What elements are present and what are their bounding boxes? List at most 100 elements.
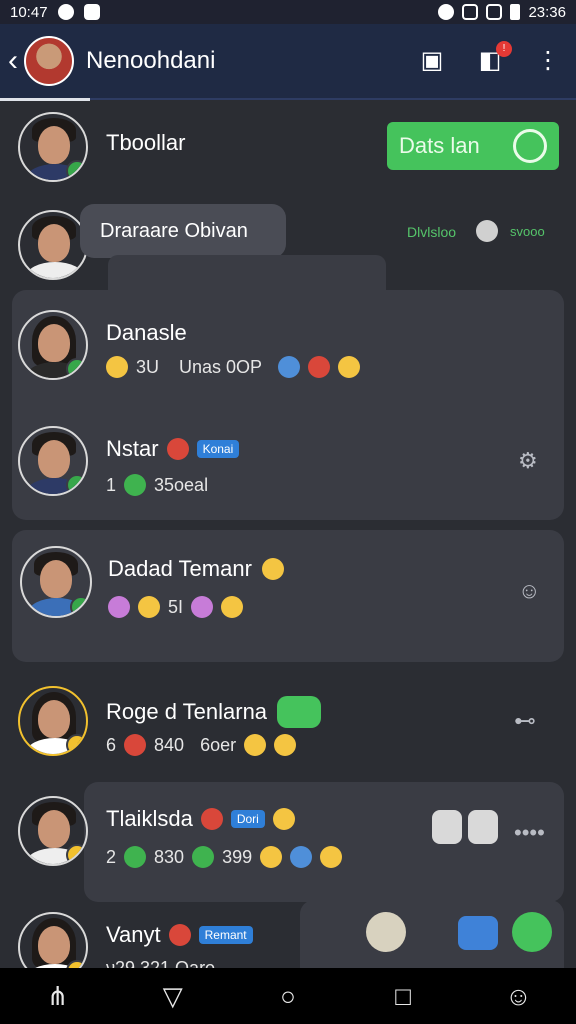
emoji-icon — [274, 734, 297, 756]
send-icon[interactable] — [512, 912, 552, 952]
list-item[interactable]: Tlaiklsda Dori 2 830 399 •••• — [0, 790, 576, 900]
meta-count: 3U — [136, 356, 160, 377]
emoji-icon — [192, 846, 215, 868]
contact-name: Danasle — [106, 320, 187, 345]
contact-meta: 2 830 399 — [106, 846, 343, 868]
list-item[interactable]: Danasle 3U Unas 0OP — [0, 298, 576, 408]
status-icon — [66, 844, 86, 864]
meta-text: Unas 0OP — [179, 356, 263, 377]
status-bar: 10:47 23:36 — [0, 0, 576, 24]
app-bar: ‹ Nenoohdani ▣ ◧! ⋮ — [0, 24, 576, 100]
recents-app-icon[interactable]: ⋔ — [44, 982, 72, 1010]
notifications-icon[interactable]: ◧! — [476, 41, 512, 75]
avatar — [18, 686, 88, 756]
contact-name-row: Nstar Konai — [106, 436, 240, 462]
meta-text: 830 — [154, 846, 185, 867]
navigation-bar: ⋔ ▽ ○ □ ☺ — [0, 968, 576, 1024]
list-item[interactable]: Nstar Konai 1 35oeal ⚙ — [0, 418, 576, 518]
contact-name: Nstar — [106, 436, 159, 461]
contact-name: Vanyt — [106, 922, 161, 947]
emoji-icon — [138, 596, 160, 618]
list-item[interactable]: Tboollar Dats lan — [0, 100, 576, 200]
back-arrow-icon[interactable]: ‹ — [4, 44, 22, 78]
meta-count: 5I — [168, 596, 184, 617]
emoji-icon — [278, 356, 301, 378]
read-receipt-icon[interactable]: ☺ — [518, 578, 540, 604]
emoji-icon — [124, 474, 147, 496]
meta-text: 6oer — [200, 734, 237, 755]
label-badge: Remant — [198, 926, 253, 944]
contact-meta: 5I — [108, 596, 244, 618]
contact-name: Dadad Temanr — [108, 556, 252, 581]
alarm-icon — [438, 4, 455, 20]
contact-meta: 6 840 6oer — [106, 734, 297, 756]
contact-name-row: Roge d Tenlarna — [106, 696, 322, 728]
online-icon — [66, 358, 86, 378]
emoji-icon — [168, 924, 191, 946]
status-time-right: 23:36 — [528, 3, 566, 21]
meta-text: 399 — [222, 846, 253, 867]
label-badge: Dori — [230, 810, 265, 828]
assistant-icon[interactable]: ☺ — [504, 982, 532, 1010]
avatar — [18, 310, 88, 380]
list-item[interactable]: Vanyt Remant ν29 321 Oaro — [0, 906, 576, 968]
back-triangle-icon[interactable]: ▽ — [159, 982, 187, 1010]
status-icon — [66, 734, 86, 754]
list-item[interactable]: Roge d Tenlarna 6 840 6oer ⊷ — [0, 678, 576, 778]
avatar — [18, 796, 88, 866]
list-item[interactable]: Dadad Temanr 5I ☺ — [0, 536, 576, 656]
wifi-icon — [462, 4, 479, 20]
smile-emoji-icon — [261, 558, 284, 580]
battery-icon — [510, 4, 521, 20]
avatar — [18, 912, 88, 968]
smile-emoji-icon — [106, 356, 128, 378]
link-icon[interactable]: ⊷ — [514, 708, 536, 734]
meta-count: 1 — [106, 474, 117, 495]
header-avatar[interactable] — [24, 36, 74, 86]
bubble-tail — [108, 255, 386, 295]
overview-square-icon[interactable]: □ — [389, 982, 417, 1010]
emoji-icon — [191, 596, 214, 618]
chat-bubble-icon — [513, 129, 547, 163]
contact-meta: ν29 321 Oaro — [106, 958, 215, 968]
camera-icon[interactable]: ▣ — [418, 47, 446, 75]
avatar — [18, 210, 88, 280]
more-horiz-icon[interactable]: •••• — [514, 820, 545, 846]
chat-button[interactable]: Dats lan — [387, 122, 559, 170]
emoji-icon — [260, 846, 283, 868]
emoji-icon — [308, 356, 331, 378]
meta-text: 35oeal — [154, 474, 209, 495]
emoji-icon — [320, 846, 343, 868]
star-icon — [108, 596, 130, 618]
emoji-icon — [244, 734, 267, 756]
meta-text: 840 — [154, 734, 185, 755]
contact-name-row: Dadad Temanr — [108, 556, 284, 582]
profile-icon[interactable] — [432, 810, 462, 844]
upload-icon[interactable] — [468, 810, 498, 844]
avatar — [18, 112, 88, 182]
online-icon — [66, 160, 86, 180]
signal-icon — [486, 4, 503, 20]
more-vert-icon[interactable]: ⋮ — [534, 47, 562, 75]
message-icon[interactable] — [458, 916, 498, 950]
emoji-icon — [290, 846, 313, 868]
contact-name: Tboollar — [106, 130, 186, 155]
meta-text: ν29 321 Oaro — [106, 958, 216, 968]
clock: 10:47 — [10, 3, 48, 21]
contact-name: Tlaiklsda — [106, 806, 193, 831]
meta-count: 6 — [106, 734, 117, 755]
notification-icon — [57, 4, 74, 20]
right-status-text-2: svooo — [510, 224, 545, 239]
contact-name-row: Vanyt Remant — [106, 922, 253, 948]
contact-name: Roge d Tenlarna — [106, 699, 268, 724]
settings-gear-icon[interactable]: ⚙ — [518, 448, 538, 474]
emoji-icon — [221, 596, 244, 618]
avatar — [18, 426, 88, 496]
emoji-icon — [124, 846, 147, 868]
app-icon — [83, 4, 100, 20]
home-circle-icon[interactable]: ○ — [274, 982, 302, 1010]
contact-meta: 1 35oeal — [106, 474, 208, 496]
emoji-picker-icon[interactable] — [366, 912, 406, 952]
page-title: Nenoohdani — [86, 47, 216, 74]
avatar — [20, 546, 92, 618]
